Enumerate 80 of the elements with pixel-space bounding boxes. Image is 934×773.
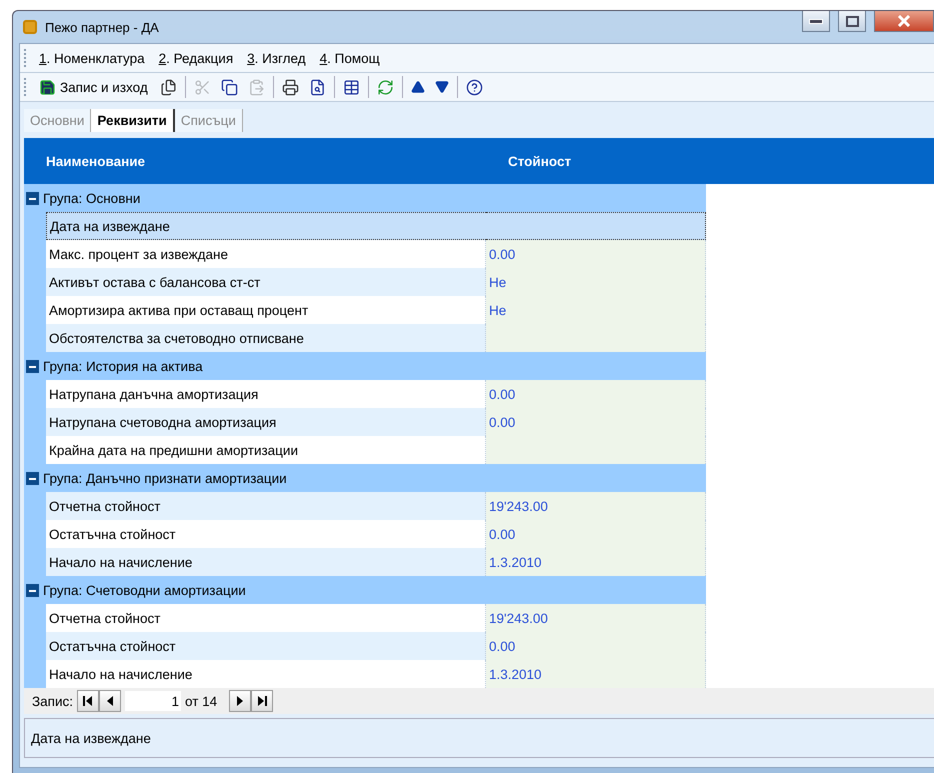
- group-row[interactable]: Група: Счетоводни амортизации: [24, 576, 706, 604]
- paste-icon: [248, 78, 265, 96]
- down-arrow-icon: [434, 80, 449, 94]
- last-record-button[interactable]: [251, 690, 274, 712]
- menu-item[interactable]: 1. Номенклатура: [35, 50, 149, 66]
- last-record-icon: [256, 695, 268, 707]
- property-name-cell: Начало на начисление: [46, 660, 486, 688]
- tab[interactable]: Списъци: [174, 108, 243, 132]
- group-title: Група: История на актива: [43, 358, 203, 374]
- column-header: Наименование: [45, 154, 146, 168]
- group-row[interactable]: Група: История на актива: [24, 352, 706, 380]
- property-name-cell: Крайна дата на предишни амортизации: [46, 436, 486, 464]
- up-arrow-icon: [410, 80, 425, 94]
- property-value-cell[interactable]: 1.3.2010: [486, 660, 706, 688]
- table-icon: [342, 78, 360, 96]
- group-title: Група: Счетоводни амортизации: [43, 582, 246, 598]
- first-record-icon: [82, 695, 94, 707]
- menu-item[interactable]: 3. Изглед: [243, 50, 310, 66]
- minimize-icon: [809, 18, 823, 24]
- property-value-cell[interactable]: 1.3.2010: [486, 548, 706, 576]
- property-name-cell: Амортизира актива при оставащ процент: [46, 296, 486, 324]
- property-value-cell[interactable]: 19'243.00: [486, 492, 706, 520]
- save-and-exit-button[interactable]: Запис и изход: [35, 75, 152, 99]
- property-name-cell: Дата на извеждане: [46, 212, 486, 240]
- collapse-icon[interactable]: [26, 472, 39, 484]
- close-button[interactable]: [874, 11, 934, 32]
- help-icon: [466, 78, 483, 96]
- group-row[interactable]: Група: Данъчно признати амортизации: [24, 464, 706, 492]
- property-name-cell: Отчетна стойност: [46, 492, 486, 520]
- collapse-icon[interactable]: [26, 192, 39, 204]
- minimize-button[interactable]: [802, 11, 830, 32]
- property-value-cell[interactable]: Не: [486, 268, 706, 296]
- property-value-cell[interactable]: 0.00: [486, 520, 706, 548]
- close-icon: [897, 15, 911, 27]
- record-label: Запис:: [32, 694, 74, 708]
- property-value-cell[interactable]: 0.00: [486, 240, 706, 268]
- window-title: Пежо партнер - ДА: [45, 20, 160, 34]
- property-name-cell: Натрупана данъчна амортизация: [46, 380, 486, 408]
- property-name-cell: Остатъчна стойност: [46, 520, 486, 548]
- property-value-cell[interactable]: 0.00: [486, 408, 706, 436]
- property-name-cell: Натрупана счетоводна амортизация: [46, 408, 486, 436]
- property-name-cell: Начало на начисление: [46, 548, 486, 576]
- group-title: Група: Данъчно признати амортизации: [43, 470, 287, 486]
- menu-item[interactable]: 4. Помощ: [316, 50, 384, 66]
- column-header: Стойност: [507, 154, 572, 168]
- preview-icon: [308, 78, 326, 96]
- record-number-field[interactable]: 1: [125, 691, 182, 711]
- previous-record-icon: [105, 695, 116, 707]
- printer-icon: [282, 78, 299, 96]
- next-record-icon: [235, 695, 246, 707]
- property-value-cell[interactable]: 19'243.00: [486, 604, 706, 632]
- next-record-button[interactable]: [229, 690, 252, 712]
- property-name-cell: Обстоятелства за счетоводно отписване: [46, 324, 486, 352]
- first-record-button[interactable]: [77, 690, 100, 712]
- maximize-button[interactable]: [838, 11, 866, 32]
- floppy-icon: [39, 78, 56, 96]
- copy-icon: [220, 78, 238, 96]
- collapse-icon[interactable]: [26, 584, 39, 596]
- property-value-cell[interactable]: 0.00: [486, 632, 706, 660]
- property-name-cell: Отчетна стойност: [46, 604, 486, 632]
- group-title: Група: Основни: [43, 190, 140, 206]
- property-name-cell: Остатъчна стойност: [46, 632, 486, 660]
- property-name-cell: Макс. процент за извеждане: [46, 240, 486, 268]
- scissors-icon: [194, 78, 211, 96]
- tab[interactable]: Реквизити: [91, 108, 175, 132]
- save-copy-icon: [160, 78, 177, 96]
- collapse-icon[interactable]: [26, 360, 39, 372]
- record-count: от 14: [185, 694, 218, 708]
- tab[interactable]: Основни: [24, 108, 92, 132]
- refresh-icon: [376, 78, 394, 96]
- property-value-cell[interactable]: Не: [486, 296, 706, 324]
- description-panel: Дата на извеждане: [24, 718, 934, 758]
- app-icon: [23, 20, 37, 34]
- maximize-icon: [846, 16, 858, 26]
- group-row[interactable]: Група: Основни: [24, 184, 706, 212]
- property-value-cell[interactable]: 0.00: [486, 380, 706, 408]
- menu-item[interactable]: 2. Редакция: [154, 50, 238, 66]
- property-name-cell: Активът остава с балансова ст-ст: [46, 268, 486, 296]
- property-value-cell[interactable]: [486, 212, 706, 240]
- previous-record-button[interactable]: [99, 690, 122, 712]
